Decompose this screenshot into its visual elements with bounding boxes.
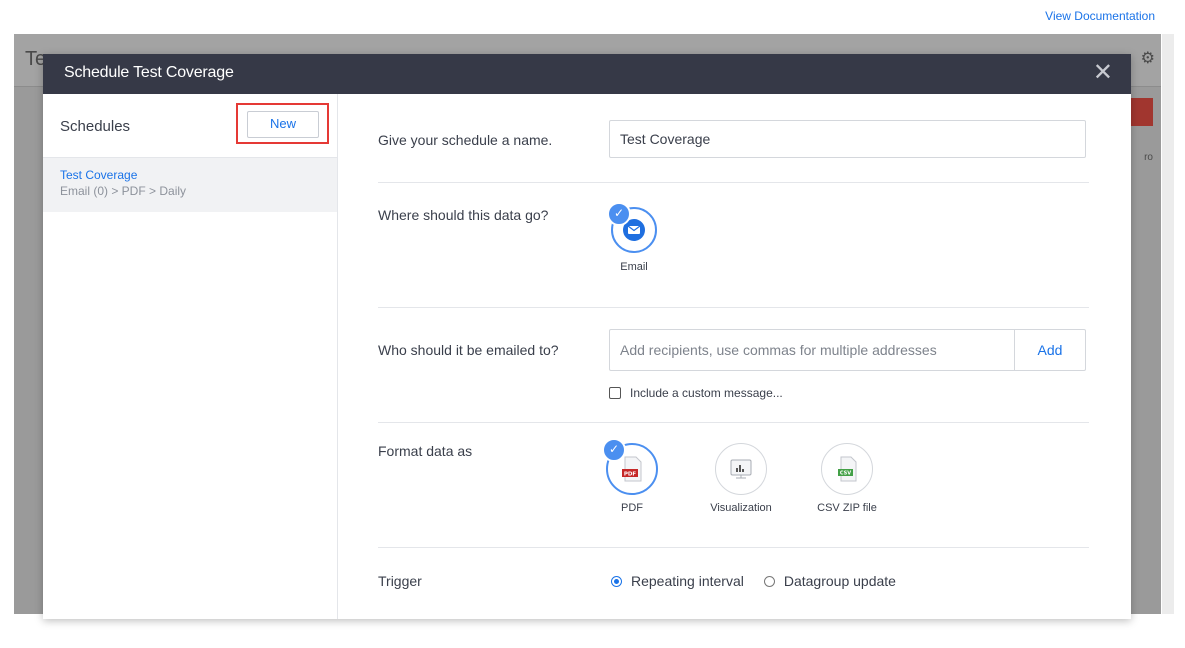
custom-message-label: Include a custom message... [630, 386, 783, 400]
new-schedule-button[interactable]: New [247, 111, 319, 138]
background-scrollbar [1162, 34, 1174, 614]
modal-header: Schedule Test Coverage ✕ [43, 54, 1131, 94]
datagroup-update-label[interactable]: Datagroup update [784, 573, 896, 589]
name-label: Give your schedule a name. [378, 132, 553, 148]
schedule-modal: Schedule Test Coverage ✕ Schedules New T… [43, 54, 1131, 619]
background-red-button [1131, 98, 1153, 126]
format-csv-option[interactable]: CSV CSV ZIP file [811, 443, 883, 514]
email-option-label: Email [620, 261, 648, 273]
schedules-sidebar: Schedules New Test Coverage Email (0) > … [43, 94, 338, 619]
visualization-option-label: Visualization [710, 502, 772, 514]
recipients-input[interactable] [610, 330, 1014, 370]
csv-option-label: CSV ZIP file [817, 502, 877, 514]
name-row: Give your schedule a name. [378, 94, 1089, 183]
pdf-option-circle: ✓ PDF [602, 438, 658, 495]
format-label: Format data as [378, 443, 473, 459]
check-icon: ✓ [602, 438, 626, 462]
trigger-row: Trigger Repeating interval Datagroup upd… [378, 548, 1089, 619]
email-option-circle: ✓ [607, 202, 657, 253]
datagroup-update-radio[interactable] [763, 575, 775, 587]
schedule-name-input[interactable] [609, 120, 1086, 158]
pdf-option-label: PDF [621, 502, 643, 514]
new-button-highlight: New [236, 103, 329, 144]
trigger-label: Trigger [378, 573, 422, 589]
schedule-name: Test Coverage [60, 168, 138, 182]
recipients-input-group: Add [609, 329, 1086, 371]
close-icon[interactable]: ✕ [1093, 59, 1113, 87]
svg-text:CSV: CSV [840, 471, 851, 477]
visualization-icon [730, 459, 752, 479]
gear-icon: ⚙ [1140, 50, 1155, 67]
destination-label: Where should this data go? [378, 207, 549, 223]
add-recipient-button[interactable]: Add [1014, 330, 1085, 370]
svg-text:PDF: PDF [624, 472, 637, 478]
format-row: Format data as ✓ PDF PDF Visualization C… [378, 423, 1089, 548]
modal-title: Schedule Test Coverage [64, 64, 234, 81]
sidebar-header: Schedules New [43, 94, 337, 158]
view-documentation-link[interactable]: View Documentation [1045, 9, 1155, 23]
recipients-row: Who should it be emailed to? Add Include… [378, 308, 1089, 423]
schedule-path: Email (0) > PDF > Daily [60, 184, 187, 198]
csv-option-circle: CSV [821, 443, 873, 495]
recipients-label: Who should it be emailed to? [378, 342, 559, 358]
schedule-list-item[interactable]: Test Coverage Email (0) > PDF > Daily [43, 158, 337, 212]
format-visualization-option[interactable]: Visualization [701, 443, 781, 514]
repeating-interval-label[interactable]: Repeating interval [631, 573, 744, 589]
background-text-fragment: ro [1144, 152, 1153, 163]
visualization-option-circle [715, 443, 767, 495]
schedule-form: Give your schedule a name. Where should … [338, 94, 1131, 619]
trigger-options: Repeating interval Datagroup update [611, 573, 916, 589]
destination-email-option[interactable]: ✓ Email [607, 202, 657, 273]
check-icon: ✓ [607, 202, 631, 226]
format-pdf-option[interactable]: ✓ PDF PDF [602, 438, 660, 514]
repeating-interval-radio[interactable] [611, 575, 622, 587]
sidebar-title: Schedules [60, 118, 131, 135]
custom-message-checkbox-row[interactable]: Include a custom message... [609, 386, 783, 400]
custom-message-checkbox[interactable] [609, 387, 621, 399]
csv-file-icon: CSV [838, 456, 857, 482]
destination-row: Where should this data go? ✓ Email [378, 183, 1089, 308]
